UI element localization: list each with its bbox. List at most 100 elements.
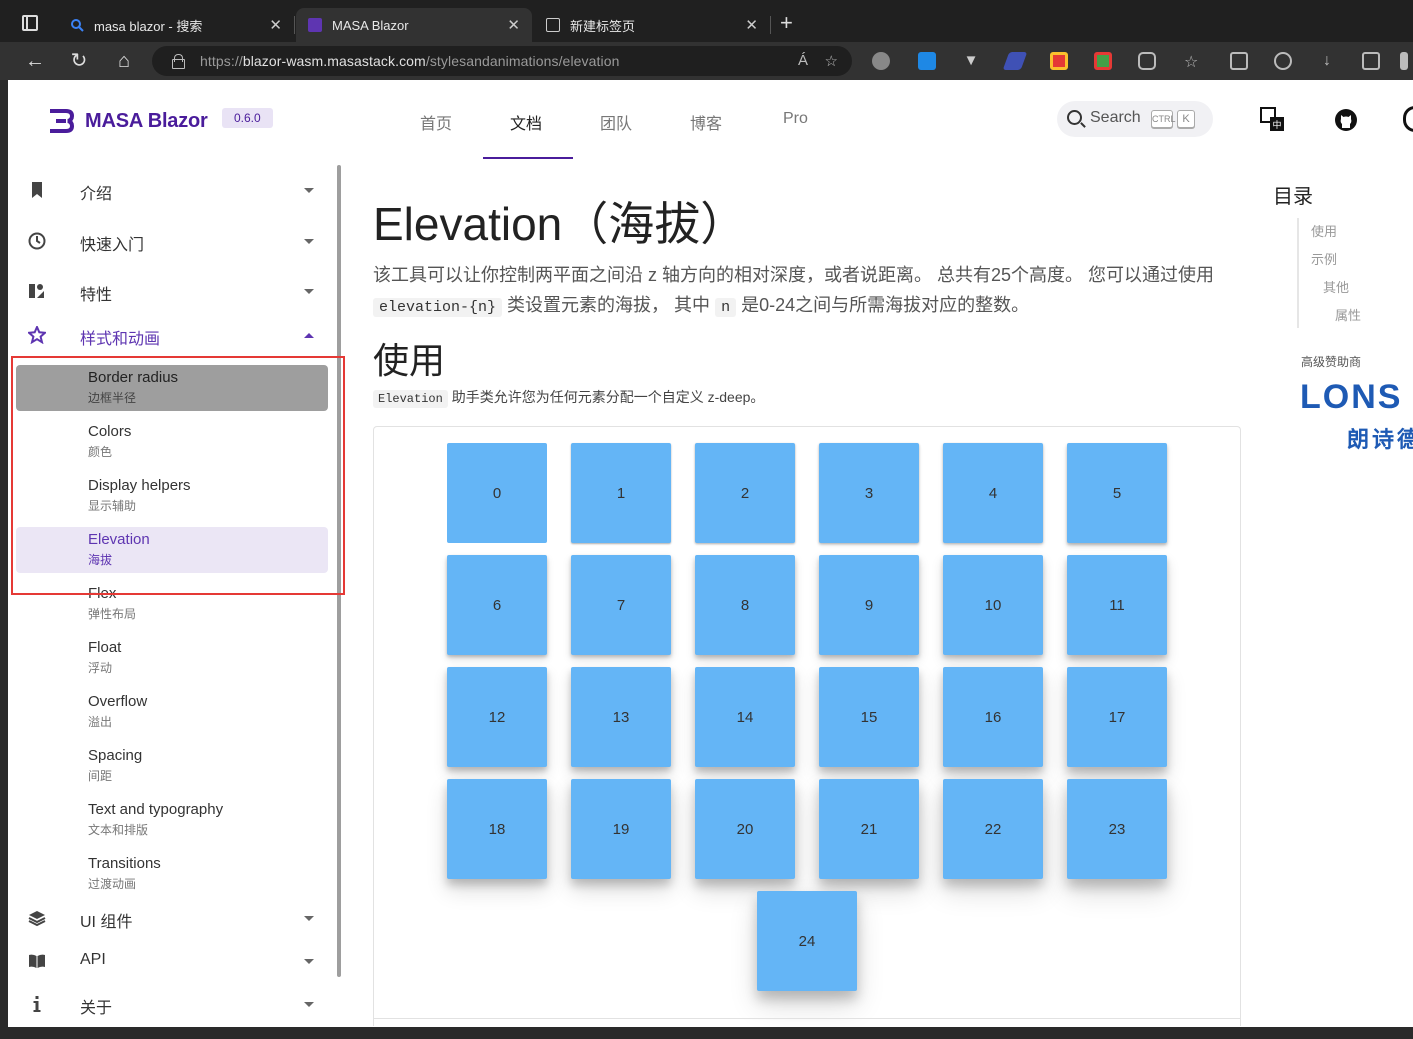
- sidebar-item-transitions[interactable]: Transitions 过渡动画: [16, 851, 328, 897]
- close-icon[interactable]: ✕: [745, 16, 758, 34]
- extension-v-icon[interactable]: ▼: [962, 52, 980, 70]
- elevation-box: 1: [571, 443, 671, 543]
- nav-blog[interactable]: 博客: [690, 110, 722, 134]
- elevation-box: 11: [1067, 555, 1167, 655]
- version-badge[interactable]: 0.6.0: [222, 108, 273, 128]
- elevation-box: 9: [819, 555, 919, 655]
- book-icon: [29, 954, 45, 968]
- nav-home[interactable]: 首页: [420, 110, 452, 134]
- page-lead: 该工具可以让你控制两平面之间沿 z 轴方向的相对深度，或者说距离。 总共有25个…: [373, 265, 1215, 317]
- sidebar-group-quickstart[interactable]: 快速入门: [8, 221, 328, 261]
- close-icon[interactable]: ✕: [269, 16, 282, 34]
- sidebar-group-api[interactable]: API: [8, 941, 328, 981]
- sidebar-item-float[interactable]: Float 浮动: [16, 635, 328, 681]
- page-title: Elevation（海拔）: [373, 198, 747, 250]
- url-input[interactable]: https://blazor-wasm.masastack.com/styles…: [152, 46, 852, 76]
- sidebar-group-intro[interactable]: 介绍: [8, 170, 328, 210]
- elevation-box: 15: [819, 667, 919, 767]
- app-header: MASA Blazor 0.6.0 首页 文档 团队 博客 Pro Search…: [8, 80, 1413, 160]
- sidebar-item-title: Elevation: [88, 531, 150, 548]
- favorites-icon[interactable]: ☆: [1184, 52, 1202, 71]
- theme-toggle-icon[interactable]: [1403, 106, 1413, 132]
- sidebar-item-display-helpers[interactable]: Display helpers 显示辅助: [16, 473, 328, 519]
- sidebar-item-text-typography[interactable]: Text and typography 文本和排版: [16, 797, 328, 843]
- search-button[interactable]: Search CTRL K: [1057, 101, 1213, 137]
- kbd-ctrl: CTRL: [1151, 110, 1176, 128]
- sponsor-logo[interactable]: LONS: [1300, 378, 1402, 417]
- kbd-k: K: [1177, 110, 1195, 128]
- extension-icon[interactable]: [918, 52, 936, 70]
- sidebar-item-overflow[interactable]: Overflow 溢出: [16, 689, 328, 735]
- toc-item-examples[interactable]: 示例: [1311, 249, 1337, 268]
- browser-tab-search[interactable]: masa blazor - 搜索 ✕: [58, 8, 295, 42]
- sidebar-group-label: 特性: [80, 287, 113, 304]
- sidebar-item-border-radius[interactable]: Border radius 边框半径: [16, 365, 328, 411]
- extension-icon[interactable]: [1094, 52, 1112, 70]
- toc-item-props[interactable]: 属性: [1335, 305, 1361, 324]
- new-tab-button[interactable]: +: [780, 10, 793, 36]
- read-aloud-icon[interactable]: Á: [798, 52, 808, 69]
- elevation-box: 24: [757, 891, 857, 991]
- collections-icon[interactable]: [1230, 52, 1248, 70]
- sidebar-group-label: 关于: [80, 1000, 113, 1017]
- nav-team[interactable]: 团队: [600, 110, 632, 134]
- info-icon: [33, 996, 41, 1012]
- download-icon[interactable]: ↓: [1318, 52, 1336, 70]
- sidebar-group-ui-components[interactable]: UI 组件: [8, 898, 328, 938]
- inline-code: Elevation: [373, 390, 448, 408]
- sidebar-item-subtitle: 颜色: [88, 445, 113, 459]
- tab-title: masa blazor - 搜索: [94, 18, 203, 34]
- elevation-box: 8: [695, 555, 795, 655]
- nav-docs[interactable]: 文档: [510, 110, 542, 134]
- sidebar-item-colors[interactable]: Colors 颜色: [16, 419, 328, 465]
- tab-actions-icon[interactable]: [22, 15, 38, 31]
- sidebar-item-subtitle: 弹性布局: [88, 607, 137, 621]
- sidebar-item-flex[interactable]: Flex 弹性布局: [16, 581, 328, 627]
- elevation-box: 6: [447, 555, 547, 655]
- sidebar-group-about[interactable]: 关于: [8, 984, 328, 1024]
- browser-tab-masa[interactable]: MASA Blazor ✕: [296, 8, 532, 42]
- toc-item-misc[interactable]: 其他: [1323, 277, 1349, 296]
- toc-item-usage[interactable]: 使用: [1311, 221, 1337, 240]
- app-icon[interactable]: [1362, 52, 1380, 70]
- sidebar-group-label: 介绍: [80, 186, 113, 203]
- translate-icon[interactable]: 中: [1260, 107, 1286, 133]
- brand-name[interactable]: MASA Blazor: [85, 110, 208, 133]
- svg-text:中: 中: [1272, 119, 1281, 131]
- favorite-add-icon[interactable]: ☆: [825, 52, 838, 70]
- elevation-demo-card: 0 1 2 3 4 5 6 7 8 9 10 11 12 13 14 15 16 17 18 19 20 21 22 23 24: [373, 426, 1241, 1026]
- masa-logo-icon[interactable]: [48, 108, 74, 134]
- extensions-puzzle-icon[interactable]: [1138, 52, 1156, 70]
- layers-icon: [28, 911, 46, 927]
- chevron-down-icon: [304, 916, 314, 921]
- sidebar-group-features[interactable]: 特性: [8, 271, 328, 311]
- sidebar-item-spacing[interactable]: Spacing 间距: [16, 743, 328, 789]
- menu-icon[interactable]: [1400, 52, 1408, 70]
- sidebar-item-subtitle: 溢出: [88, 715, 113, 729]
- close-icon[interactable]: ✕: [507, 16, 520, 34]
- features-icon: [29, 284, 44, 298]
- elevation-box: 7: [571, 555, 671, 655]
- newtab-icon: [546, 18, 560, 32]
- browser-tab-newtab[interactable]: 新建标签页 ✕: [534, 8, 771, 42]
- extension-icon[interactable]: [1050, 52, 1068, 70]
- chevron-down-icon: [304, 959, 314, 964]
- sidebar-item-elevation[interactable]: Elevation 海拔: [16, 527, 328, 573]
- tab-separator: [294, 16, 295, 34]
- elevation-box: 23: [1067, 779, 1167, 879]
- refresh-icon[interactable]: ↻: [66, 48, 92, 74]
- home-icon[interactable]: ⌂: [111, 48, 137, 74]
- sidebar-item-subtitle: 文本和排版: [88, 823, 149, 837]
- masa-favicon-icon: [308, 18, 322, 32]
- extension-icon[interactable]: [872, 52, 890, 70]
- inline-code: elevation-{n}: [373, 298, 503, 317]
- elevation-box: 14: [695, 667, 795, 767]
- nav-pro[interactable]: Pro: [783, 110, 808, 128]
- github-icon[interactable]: [1334, 108, 1358, 132]
- history-icon[interactable]: [1274, 52, 1292, 70]
- extension-icon[interactable]: [1002, 52, 1028, 70]
- sidebar-group-styles-animations[interactable]: 样式和动画: [8, 315, 328, 355]
- sidebar-scrollbar[interactable]: [337, 165, 341, 977]
- inline-code: n: [715, 298, 737, 317]
- back-icon[interactable]: ←: [22, 48, 48, 74]
